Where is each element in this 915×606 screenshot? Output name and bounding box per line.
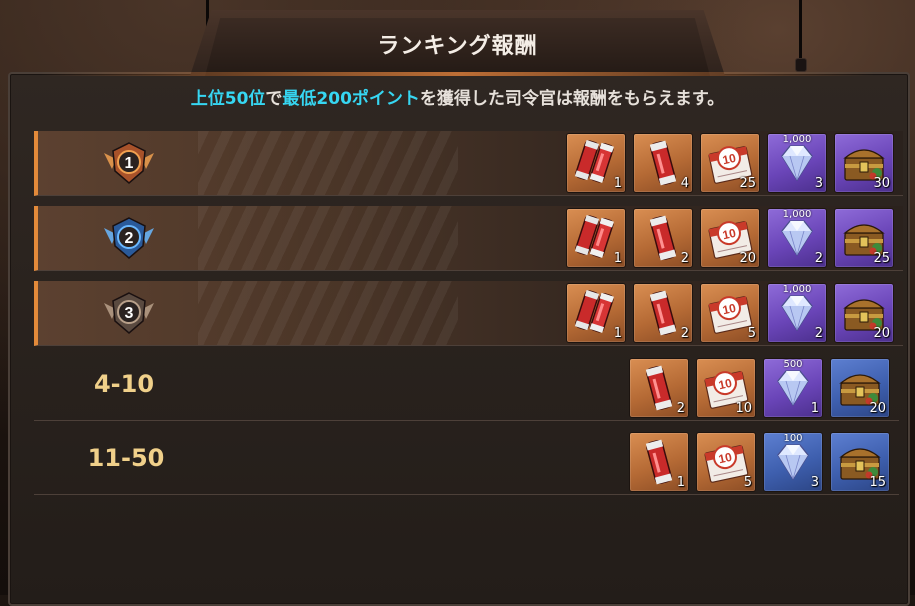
item-quantity: 5 (743, 475, 752, 490)
item-value-label: 500 (783, 359, 803, 370)
item-quantity: 10 (735, 401, 752, 416)
reward-item[interactable]: 1,000 2 (767, 208, 827, 268)
reward-item[interactable]: 30 (834, 133, 894, 193)
item-quantity: 2 (676, 401, 685, 416)
item-quantity: 1 (676, 475, 685, 490)
item-quantity: 2 (814, 251, 823, 266)
reward-item[interactable]: 10 10 (696, 358, 756, 418)
item-value-label: 1,000 (782, 284, 812, 295)
row-stripes (198, 281, 458, 345)
item-quantity: 1 (613, 251, 622, 266)
cable-clip (795, 58, 807, 72)
reward-row: 11-50 1 10 5 100 3 15 (34, 430, 899, 495)
rank-medal-icon: 3 (100, 289, 158, 337)
item-quantity: 25 (873, 251, 890, 266)
rank-range-label: 4-10 (93, 370, 155, 398)
reward-row: 1 1 4 10 25 1,000 3 30 (34, 131, 903, 196)
reward-item[interactable]: 25 (834, 208, 894, 268)
reward-item[interactable]: 1 (566, 283, 626, 343)
item-quantity: 3 (810, 475, 819, 490)
svg-text:2: 2 (125, 230, 134, 247)
item-quantity: 1 (810, 401, 819, 416)
item-quantity: 30 (873, 176, 890, 191)
description-text: で (265, 89, 283, 109)
item-quantity: 25 (739, 176, 756, 191)
reward-item[interactable]: 2 (633, 283, 693, 343)
reward-item[interactable]: 1 (566, 208, 626, 268)
row-stripes (198, 131, 458, 195)
rank-range-label: 11-50 (87, 444, 165, 472)
reward-item[interactable]: 2 (629, 358, 689, 418)
item-quantity: 3 (814, 176, 823, 191)
page-title: ランキング報酬 (377, 34, 538, 59)
item-quantity: 1 (613, 326, 622, 341)
item-quantity: 5 (747, 326, 756, 341)
minimum-points-highlight: 最低200ポイント (282, 89, 420, 109)
reward-item[interactable]: 1,000 3 (767, 133, 827, 193)
reward-item[interactable]: 10 20 (700, 208, 760, 268)
reward-item[interactable]: 10 5 (696, 432, 756, 492)
rank-medal-icon: 1 (100, 139, 158, 187)
reward-item[interactable]: 2 (633, 208, 693, 268)
reward-item[interactable]: 1 (566, 133, 626, 193)
reward-item[interactable]: 20 (830, 358, 890, 418)
item-quantity: 4 (680, 176, 689, 191)
item-quantity: 2 (680, 326, 689, 341)
description-text: を獲得した司令官は報酬をもらえます。 (419, 89, 725, 109)
reward-item[interactable]: 1 (629, 432, 689, 492)
rank-medal-icon: 2 (100, 214, 158, 262)
reward-item[interactable]: 10 25 (700, 133, 760, 193)
item-quantity: 1 (613, 176, 622, 191)
item-value-label: 100 (783, 433, 803, 444)
item-quantity: 15 (869, 475, 886, 490)
top-rank-highlight: 上位50位 (190, 89, 266, 109)
reward-description: 上位50位で最低200ポイントを獲得した司令官は報酬をもらえます。 (0, 84, 915, 109)
reward-item[interactable]: 20 (834, 283, 894, 343)
item-quantity: 2 (680, 251, 689, 266)
reward-row: 3 1 2 10 5 1,000 2 20 (34, 281, 903, 346)
item-quantity: 2 (814, 326, 823, 341)
reward-item[interactable]: 1,000 2 (767, 283, 827, 343)
svg-text:1: 1 (125, 155, 134, 172)
reward-row: 4-10 2 10 10 500 1 20 (34, 356, 899, 421)
reward-item[interactable]: 500 1 (763, 358, 823, 418)
reward-item[interactable]: 15 (830, 432, 890, 492)
svg-text:3: 3 (125, 305, 134, 322)
reward-item[interactable]: 100 3 (763, 432, 823, 492)
reward-row: 2 1 2 10 20 1,000 2 25 (34, 206, 903, 271)
item-quantity: 20 (869, 401, 886, 416)
item-value-label: 1,000 (782, 209, 812, 220)
row-stripes (198, 206, 458, 270)
item-quantity: 20 (739, 251, 756, 266)
reward-item[interactable]: 4 (633, 133, 693, 193)
item-value-label: 1,000 (782, 134, 812, 145)
panel-glow (40, 72, 875, 76)
reward-item[interactable]: 10 5 (700, 283, 760, 343)
item-quantity: 20 (873, 326, 890, 341)
